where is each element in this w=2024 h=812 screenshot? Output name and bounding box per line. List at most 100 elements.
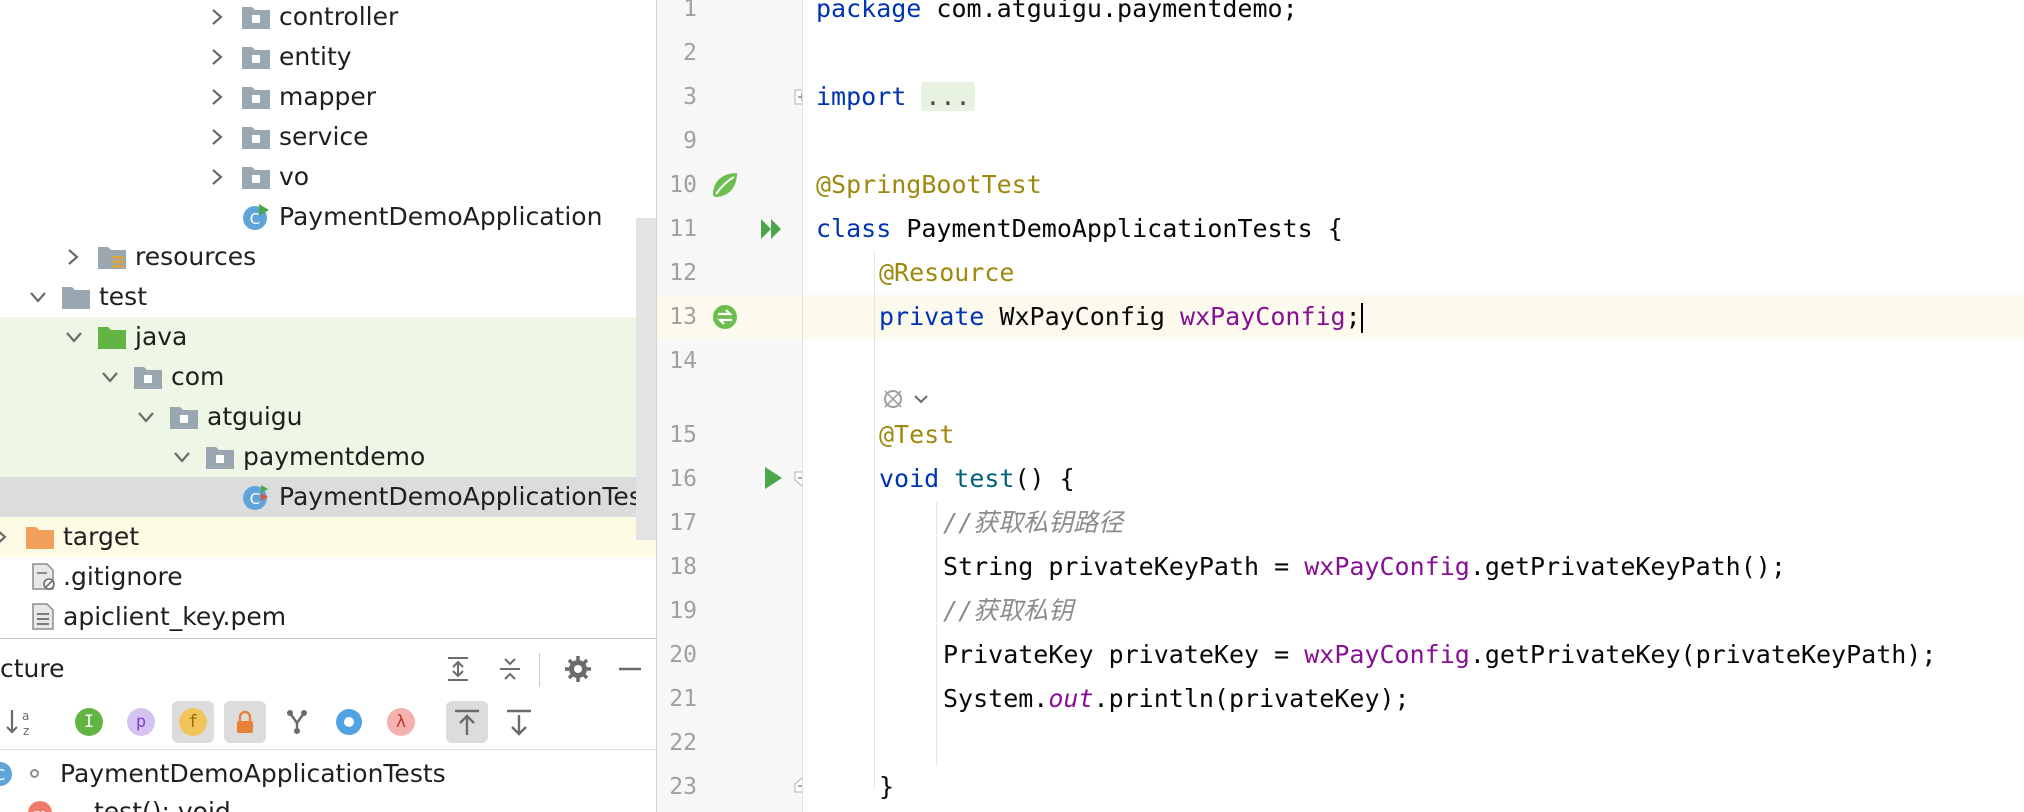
left-panel: controller entity mapper service vo C Pa…: [0, 0, 656, 812]
tree-item-java[interactable]: java: [0, 317, 656, 357]
tree-item-target[interactable]: target: [0, 517, 656, 557]
package-folder-icon: [241, 123, 271, 151]
chevron-right-icon[interactable]: [62, 237, 84, 277]
tree-item-vo[interactable]: vo: [0, 157, 656, 197]
tree-item-label: target: [63, 522, 140, 551]
tree-item-label: test: [99, 282, 148, 311]
folded-imports[interactable]: ...: [921, 82, 975, 111]
gear-icon[interactable]: [558, 649, 598, 689]
show-inherited-icon[interactable]: I: [68, 701, 110, 743]
chevron-down-icon[interactable]: [62, 317, 84, 357]
autoscroll-from-source-icon[interactable]: [498, 701, 540, 743]
show-fields-icon[interactable]: f: [172, 701, 214, 743]
tree-item-label: apiclient_key.pem: [63, 602, 287, 631]
chevron-right-icon[interactable]: [206, 0, 228, 37]
minimize-icon[interactable]: [610, 649, 650, 689]
tree-item-label: vo: [279, 162, 310, 191]
tree-item-label: com: [171, 362, 225, 391]
show-interfaces-icon[interactable]: [328, 701, 370, 743]
autoscroll-to-source-icon[interactable]: [446, 701, 488, 743]
svg-text:m: m: [33, 807, 47, 812]
chevron-right-icon[interactable]: [206, 157, 228, 197]
collapse-all-icon[interactable]: [490, 649, 530, 689]
structure-item-class[interactable]: C PaymentDemoApplicationTests: [0, 755, 656, 793]
tree-item-label: PaymentDemoApplicationTest: [279, 482, 652, 511]
ignored-file-icon: [29, 563, 59, 591]
code-line-15: @Test: [879, 420, 955, 449]
code-editor[interactable]: package com.atguigu.paymentdemo; import …: [803, 0, 2024, 812]
expand-all-icon[interactable]: [438, 649, 478, 689]
tree-item-label: paymentdemo: [243, 442, 426, 471]
tree-item-gitignore[interactable]: .gitignore: [0, 557, 656, 597]
code-vision-icon[interactable]: [879, 385, 939, 415]
line-number: 22: [669, 730, 697, 756]
tree-item-controller[interactable]: controller: [0, 0, 656, 37]
run-all-tests-icon[interactable]: [755, 213, 787, 245]
structure-item-method[interactable]: m test(): void: [0, 793, 656, 812]
tree-item-label: service: [279, 122, 369, 151]
tree-item-com[interactable]: com: [0, 357, 656, 397]
tree-item-paymentdemo[interactable]: paymentdemo: [0, 437, 656, 477]
method-icon: m: [26, 799, 54, 812]
resources-folder-icon: [97, 243, 127, 271]
show-lambdas-icon[interactable]: λ: [380, 701, 422, 743]
package-folder-icon: [241, 83, 271, 111]
tree-item-service[interactable]: service: [0, 117, 656, 157]
chevron-down-icon[interactable]: [26, 277, 48, 317]
line-number: 2: [683, 40, 697, 66]
svg-text:a: a: [22, 709, 29, 723]
chevron-down-icon[interactable]: [170, 437, 192, 477]
tree-item-mapper[interactable]: mapper: [0, 77, 656, 117]
structure-panel: cture az I p f λ PaymentDemoApplicationT…: [0, 638, 656, 812]
structure-toolbar: az I p f λ: [0, 695, 656, 750]
chevron-right-icon[interactable]: [206, 77, 228, 117]
indent-guide: [874, 250, 875, 790]
tree-item-entity[interactable]: entity: [0, 37, 656, 77]
svg-text:C: C: [0, 766, 5, 784]
text-file-icon: [29, 603, 59, 631]
tree-item-resources[interactable]: resources: [0, 237, 656, 277]
sort-alphabetically-icon[interactable]: az: [2, 701, 44, 743]
code-line-3: import ...: [816, 75, 975, 119]
code-line-18: String privateKeyPath = wxPayConfig.getP…: [943, 552, 1786, 581]
indent-guide: [936, 502, 937, 766]
show-non-public-icon[interactable]: [224, 701, 266, 743]
code-line-19: //获取私钥: [943, 596, 1074, 625]
line-number: 3: [683, 84, 697, 110]
run-test-icon[interactable]: [757, 462, 789, 494]
tree-item-label: controller: [279, 2, 399, 31]
code-line-13: private WxPayConfig wxPayConfig;: [879, 302, 1363, 333]
line-number: 20: [669, 642, 697, 668]
spring-autowired-icon[interactable]: [709, 301, 741, 333]
tree-item-apiclient-key[interactable]: apiclient_key.pem: [0, 597, 656, 637]
chevron-down-icon[interactable]: [98, 357, 120, 397]
test-class-icon: C: [241, 483, 271, 511]
chevron-down-icon[interactable]: [134, 397, 156, 437]
show-properties-icon[interactable]: p: [120, 701, 162, 743]
package-folder-icon: [241, 3, 271, 31]
show-anonymous-icon[interactable]: [276, 701, 318, 743]
tree-scrollbar-thumb[interactable]: [636, 218, 656, 540]
spring-bean-icon[interactable]: [709, 169, 741, 201]
tree-item-paymentdemoapplication[interactable]: C PaymentDemoApplication: [0, 197, 656, 237]
line-number: 12: [669, 260, 697, 286]
code-line-21: System.out.println(privateKey);: [943, 684, 1410, 713]
line-number: 9: [683, 128, 697, 154]
line-number: 16: [669, 466, 697, 492]
tree-item-atguigu[interactable]: atguigu: [0, 397, 656, 437]
chevron-right-icon[interactable]: [206, 37, 228, 77]
svg-text:z: z: [23, 724, 29, 738]
structure-item-label: test(): void: [94, 797, 231, 812]
tree-item-paymentdemoapplicationtest[interactable]: C PaymentDemoApplicationTest: [0, 477, 656, 517]
package-folder-icon: [241, 43, 271, 71]
tree-item-label: .gitignore: [63, 562, 183, 591]
tree-item-label: resources: [135, 242, 257, 271]
line-number: 15: [669, 422, 697, 448]
project-tree: controller entity mapper service vo C Pa…: [0, 0, 656, 638]
line-number: 10: [669, 172, 697, 198]
chevron-right-icon[interactable]: [0, 517, 12, 557]
chevron-right-icon[interactable]: [206, 117, 228, 157]
tree-item-test[interactable]: test: [0, 277, 656, 317]
line-number: 11: [669, 216, 697, 242]
code-line-23: }: [879, 772, 895, 801]
